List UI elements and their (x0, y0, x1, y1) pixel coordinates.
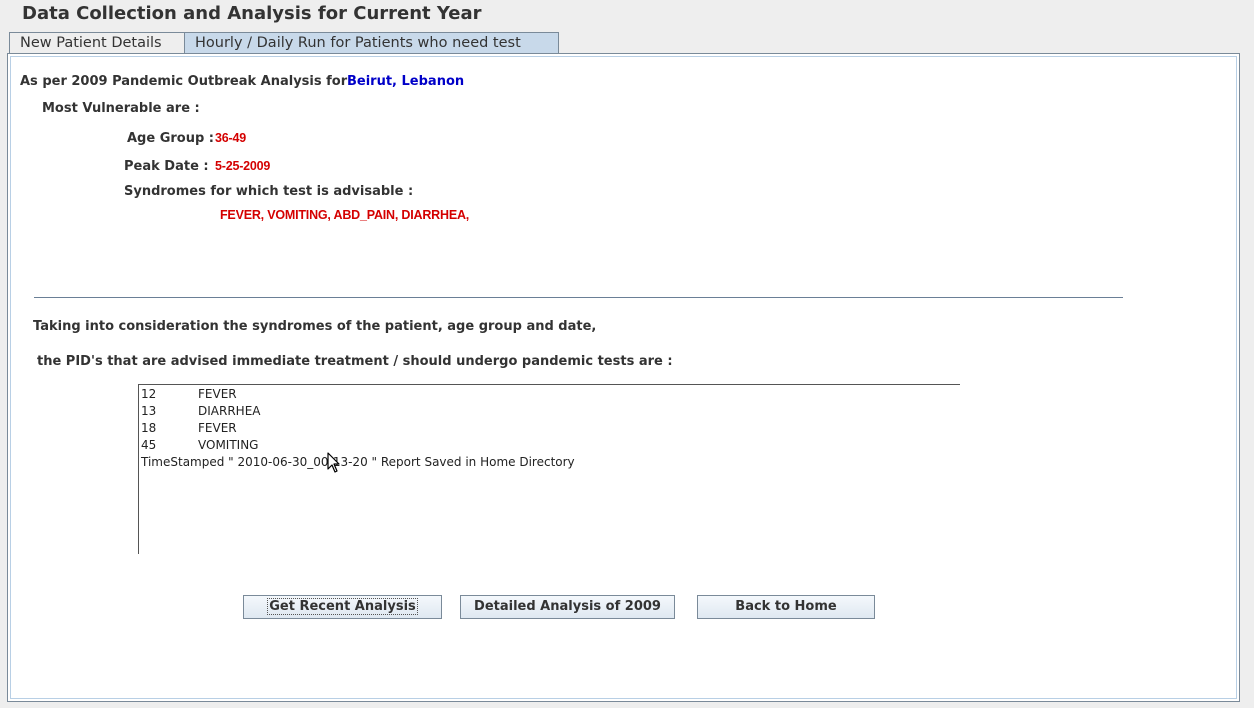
location-name: Beirut, Lebanon (347, 74, 465, 89)
get-recent-analysis-label: Get Recent Analysis (267, 598, 418, 615)
get-recent-analysis-button[interactable]: Get Recent Analysis (243, 595, 442, 619)
peak-date-label: Peak Date : (124, 159, 209, 174)
results-text-area[interactable]: 12 FEVER 13 DIARRHEA 18 FEVER 45 VOMITING Ti… (138, 384, 960, 554)
timestamp-line: TimeStamped " 2010-06-30_00-13-20 " Repo… (141, 455, 575, 469)
consideration-line-1: Taking into consideration the syndromes … (33, 319, 597, 334)
tab-new-patient-details[interactable]: New Patient Details (9, 32, 185, 53)
consideration-line-2: the PID's that are advised immediate tre… (37, 354, 673, 369)
analysis-intro: As per 2009 Pandemic Outbreak Analysis f… (20, 74, 348, 89)
app-window: Data Collection and Analysis for Current… (0, 0, 1254, 708)
result-pid: 13 (141, 404, 157, 418)
syndromes-value: FEVER, VOMITING, ABD_PAIN, DIARRHEA, (220, 208, 470, 222)
result-pid: 18 (141, 421, 157, 435)
window-title: Data Collection and Analysis for Current… (22, 3, 482, 24)
result-pid: 12 (141, 387, 157, 401)
result-syndrome: FEVER (198, 387, 237, 401)
mouse-cursor-icon (327, 452, 340, 473)
result-pid: 45 (141, 438, 157, 452)
back-to-home-button[interactable]: Back to Home (697, 595, 875, 619)
tab-hourly-daily-run[interactable]: Hourly / Daily Run for Patients who need… (184, 32, 559, 53)
result-row: 45 VOMITING (141, 437, 258, 454)
result-syndrome: FEVER (198, 421, 237, 435)
result-row: 18 FEVER (141, 420, 237, 437)
vulnerable-label: Most Vulnerable are : (42, 101, 200, 116)
age-group-value: 36-49 (215, 131, 246, 145)
result-row: 12 FEVER (141, 386, 237, 403)
syndromes-label: Syndromes for which test is advisable : (124, 184, 414, 199)
result-syndrome: DIARRHEA (198, 404, 261, 418)
age-group-label: Age Group : (127, 131, 215, 146)
separator-line (34, 297, 1123, 298)
detailed-analysis-button[interactable]: Detailed Analysis of 2009 (460, 595, 675, 619)
peak-date-value: 5-25-2009 (215, 159, 271, 173)
tab-content-panel: As per 2009 Pandemic Outbreak Analysis f… (7, 53, 1240, 702)
result-syndrome: VOMITING (198, 438, 259, 452)
result-row: 13 DIARRHEA (141, 403, 260, 420)
